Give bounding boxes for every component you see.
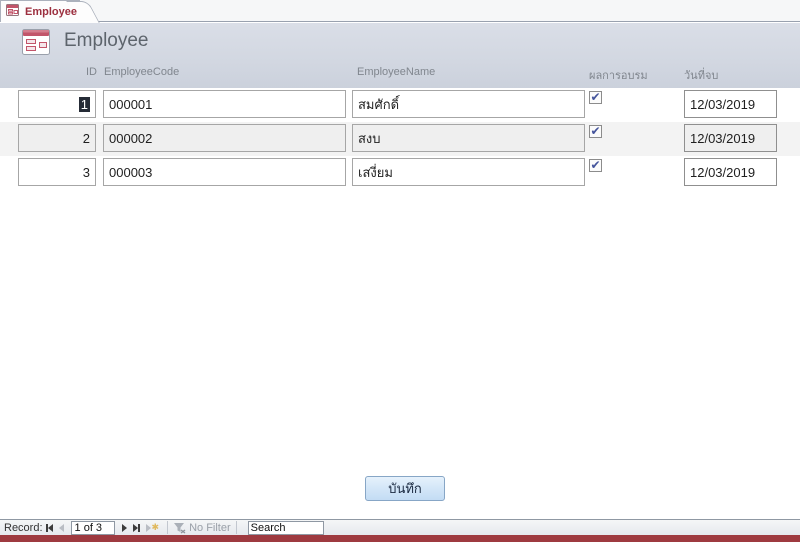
check-icon: ✔ [590,159,600,171]
id-field[interactable]: 2 [18,124,96,152]
employee-code-field[interactable]: 000002 [103,124,346,152]
column-header-employeecode: EmployeeCode [104,66,179,78]
next-record-icon [122,524,127,532]
column-header-employeename: EmployeeName [357,66,435,78]
no-filter-label: No Filter [189,522,231,534]
tab-employee[interactable]: Employee [0,0,80,22]
id-field[interactable]: 1 [18,90,96,118]
end-date-field[interactable]: 12/03/2019 [684,90,777,118]
filter-toggle[interactable]: No Filter [173,522,231,534]
new-record-star-icon: ✱ [152,523,160,533]
record-navigation-bar: Record: 1 of 3 ✱ No Filter [0,519,800,535]
check-icon: ✔ [590,125,600,137]
first-record-button[interactable] [43,521,56,535]
previous-record-icon [59,524,64,532]
column-header-training-result: ผลการอบรม [589,66,648,84]
window-bottom-accent-bar [0,535,800,542]
employee-name-field[interactable]: สงบ [352,124,585,152]
new-record-button[interactable]: ✱ [143,521,163,535]
records-area: 1 000001 สมศักดิ์ ✔ 12/03/2019 2 000002 … [0,88,800,190]
record-label: Record: [4,522,43,534]
employee-code-field[interactable]: 000001 [103,90,346,118]
end-date-field[interactable]: 12/03/2019 [684,158,777,186]
last-record-button[interactable] [130,521,143,535]
column-header-end-date: วันที่จบ [684,66,718,84]
filter-funnel-icon [173,522,186,534]
training-result-checkbox[interactable]: ✔ [589,91,602,104]
page-title: Employee [64,30,149,52]
form-tab-icon [6,3,19,21]
id-field[interactable]: 3 [18,158,96,186]
divider [236,521,237,534]
divider [167,521,168,534]
employee-name-field[interactable]: สมศักดิ์ [352,90,585,118]
training-result-checkbox[interactable]: ✔ [589,159,602,172]
id-value-selected: 1 [79,97,90,112]
employee-name-field[interactable]: เสงี่ยม [352,158,585,186]
record-position-box[interactable]: 1 of 3 [71,521,115,535]
document-tab-bar: Employee [0,0,800,22]
form-header: Employee ID EmployeeCode EmployeeName ผล… [0,23,800,88]
tab-employee-label: Employee [25,6,77,18]
search-input[interactable] [248,521,324,535]
next-record-button[interactable] [119,521,130,535]
end-date-field[interactable]: 12/03/2019 [684,124,777,152]
check-icon: ✔ [590,91,600,103]
column-header-id: ID [70,66,97,78]
employee-code-field[interactable]: 000003 [103,158,346,186]
form-title-icon [22,29,50,60]
table-row: 3 000003 เสงี่ยม ✔ 12/03/2019 [0,156,800,190]
previous-record-button[interactable] [56,521,67,535]
save-button[interactable]: บันทึก [365,476,445,501]
table-row: 1 000001 สมศักดิ์ ✔ 12/03/2019 [0,88,800,122]
training-result-checkbox[interactable]: ✔ [589,125,602,138]
new-record-icon [146,524,151,532]
table-row: 2 000002 สงบ ✔ 12/03/2019 [0,122,800,156]
